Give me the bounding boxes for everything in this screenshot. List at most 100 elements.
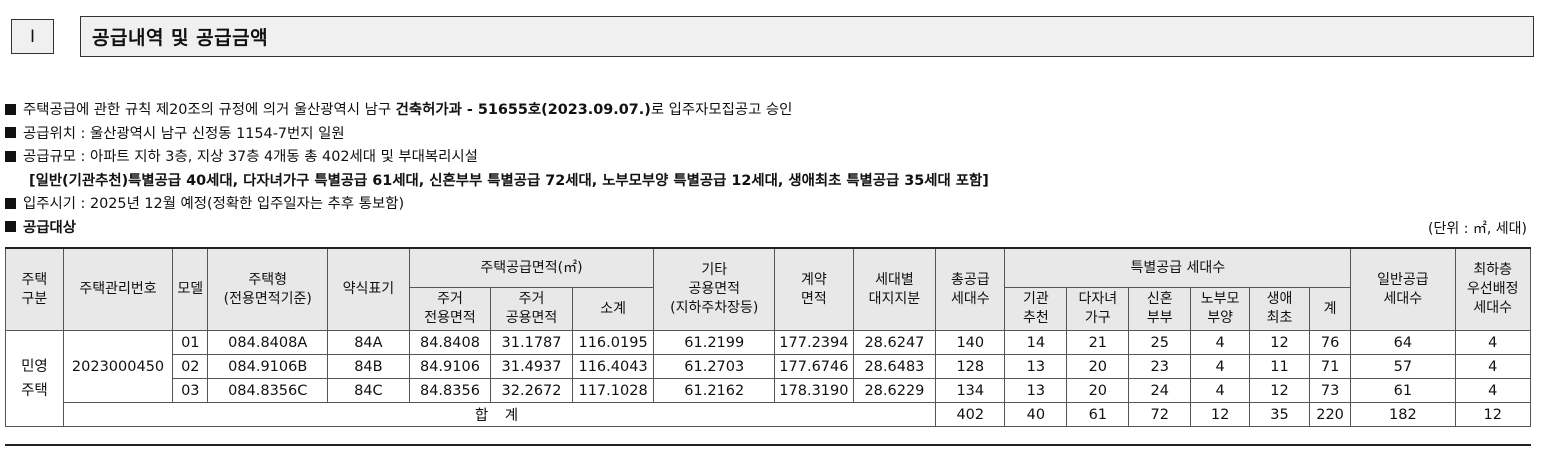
abbr-cell: 84C	[327, 378, 410, 403]
header-general: 일반공급 세대수	[1350, 248, 1456, 331]
land-share-cell: 28.6483	[852, 354, 937, 379]
header-newlywed: 신혼 부부	[1128, 287, 1192, 331]
supply-info: 주택공급에 관한 규칙 제20조의 규정에 의거 울산광역시 남구 건축허가과 …	[5, 99, 989, 241]
bullet-square-icon	[5, 221, 16, 233]
header-abbr: 약식표기	[327, 248, 410, 331]
header-firsttime: 생애 최초	[1249, 287, 1310, 331]
special-supply-text: [일반(기관추천)특별공급 40세대, 다자녀가구 특별공급 61세대, 신혼부…	[29, 172, 989, 189]
general-cell: 57	[1350, 354, 1456, 379]
info-line-location: 공급위치 : 울산광역시 남구 신정동 1154-7번지 일원	[5, 123, 989, 147]
header-common: 주거 공용면적	[490, 287, 573, 331]
approval-text: 주택공급에 관한 규칙 제20조의 규정에 의거 울산광역시 남구	[23, 102, 396, 118]
special-total-cell: 76	[1308, 330, 1352, 355]
model-cell: 03	[172, 378, 209, 403]
firsttime-cell: 12	[1249, 330, 1310, 355]
sum-general: 182	[1350, 402, 1456, 427]
table-row: 03 084.8356C 84C 84.8356 32.2672 117.102…	[6, 378, 1531, 403]
location-text: 공급위치 : 울산광역시 남구 신정동 1154-7번지 일원	[23, 125, 345, 142]
other-area-cell: 61.2162	[653, 378, 776, 403]
total-supply-cell: 134	[935, 378, 1006, 403]
contract-area-cell: 177.6746	[774, 354, 854, 379]
elderly-cell: 4	[1190, 354, 1251, 379]
firsttime-cell: 12	[1249, 378, 1310, 403]
priority-cell: 4	[1454, 354, 1531, 379]
elderly-cell: 4	[1190, 330, 1251, 355]
land-share-cell: 28.6247	[852, 330, 937, 355]
scale-text: 공급규모 : 아파트 지하 3층, 지상 37층 4개동 총 402세대 및 부…	[23, 149, 478, 166]
subtotal-cell: 116.4043	[571, 354, 655, 379]
multichild-cell: 20	[1066, 378, 1130, 403]
exclusive-cell: 84.8356	[408, 378, 492, 403]
mgmt-no-cell: 2023000450	[62, 330, 174, 403]
house-type-cell: 084.8408A	[207, 330, 329, 355]
exclusive-cell: 84.8408	[408, 330, 492, 355]
section-number: Ⅰ	[11, 19, 54, 54]
header-special-total: 계	[1308, 287, 1352, 331]
table-bottom-rule	[5, 444, 1531, 446]
other-area-cell: 61.2703	[653, 354, 776, 379]
other-area-cell: 61.2199	[653, 330, 776, 355]
firsttime-cell: 11	[1249, 354, 1310, 379]
sum-newlywed: 72	[1128, 402, 1192, 427]
total-supply-cell: 140	[935, 330, 1006, 355]
total-supply-cell: 128	[935, 354, 1006, 379]
bullet-square-icon	[5, 150, 16, 162]
type-cell: 민영 주택	[5, 330, 64, 427]
bullet-square-icon	[5, 103, 16, 115]
sum-institution: 40	[1004, 402, 1068, 427]
sum-total-supply: 402	[935, 402, 1006, 427]
header-elderly: 노부모 부양	[1190, 287, 1251, 331]
special-total-cell: 73	[1308, 378, 1352, 403]
priority-cell: 4	[1454, 330, 1531, 355]
abbr-cell: 84B	[327, 354, 410, 379]
abbr-cell: 84A	[327, 330, 410, 355]
institution-cell: 13	[1004, 378, 1068, 403]
approval-text-end: 로 입주자모집공고 승인	[650, 102, 793, 118]
table-row: 02 084.9106B 84B 84.9106 31.4937 116.404…	[6, 354, 1531, 379]
target-heading: 공급대상	[23, 219, 76, 236]
subtotal-cell: 116.0195	[571, 330, 655, 355]
header-priority: 최하층 우선배정 세대수	[1454, 248, 1531, 331]
sum-firsttime: 35	[1249, 402, 1310, 427]
special-total-cell: 71	[1308, 354, 1352, 379]
model-cell: 01	[172, 330, 209, 355]
info-line-movein: 입주시기 : 2025년 12월 예정(정확한 입주일자는 추후 통보함)	[5, 193, 989, 217]
institution-cell: 13	[1004, 354, 1068, 379]
header-exclusive: 주거 전용면적	[408, 287, 492, 331]
sum-multichild: 61	[1066, 402, 1130, 427]
bullet-square-icon	[5, 127, 16, 139]
header-institution: 기관 추천	[1004, 287, 1068, 331]
house-type-cell: 084.8356C	[207, 378, 329, 403]
newlywed-cell: 25	[1128, 330, 1192, 355]
section-title: 공급내역 및 공급금액	[80, 16, 1534, 57]
multichild-cell: 21	[1066, 330, 1130, 355]
general-cell: 61	[1350, 378, 1456, 403]
contract-area-cell: 177.2394	[774, 330, 854, 355]
exclusive-cell: 84.9106	[408, 354, 492, 379]
newlywed-cell: 24	[1128, 378, 1192, 403]
institution-cell: 14	[1004, 330, 1068, 355]
header-supply-area: 주택공급면적(㎡)	[408, 248, 655, 288]
header-mgmt-no: 주택관리번호	[62, 248, 174, 331]
header-house-type: 주택형 (전용면적기준)	[207, 248, 329, 331]
info-line-approval: 주택공급에 관한 규칙 제20조의 규정에 의거 울산광역시 남구 건축허가과 …	[5, 99, 989, 123]
bullet-square-icon	[5, 197, 16, 209]
sum-priority: 12	[1454, 402, 1531, 427]
subtotal-cell: 117.1028	[571, 378, 655, 403]
header-other-area: 기타 공용면적 (지하주차장등)	[653, 248, 776, 331]
land-share-cell: 28.6229	[852, 378, 937, 403]
table-top-rule	[5, 247, 1531, 249]
info-line-scale: 공급규모 : 아파트 지하 3층, 지상 37층 4개동 총 402세대 및 부…	[5, 146, 989, 170]
common-cell: 31.1787	[490, 330, 573, 355]
contract-area-cell: 178.3190	[774, 378, 854, 403]
newlywed-cell: 23	[1128, 354, 1192, 379]
multichild-cell: 20	[1066, 354, 1130, 379]
sum-special-total: 220	[1308, 402, 1352, 427]
elderly-cell: 4	[1190, 378, 1251, 403]
header-subtotal: 소계	[571, 287, 655, 331]
header-total-supply: 총공급 세대수	[935, 248, 1006, 331]
sum-row: 합 계 402 40 61 72 12 35 220 182 12	[6, 402, 1531, 427]
header-land-share: 세대별 대지지분	[852, 248, 937, 331]
supply-table: 주택 구분 주택관리번호 모델 주택형 (전용면적기준) 약식표기 주택공급면적…	[5, 248, 1531, 427]
common-cell: 31.4937	[490, 354, 573, 379]
